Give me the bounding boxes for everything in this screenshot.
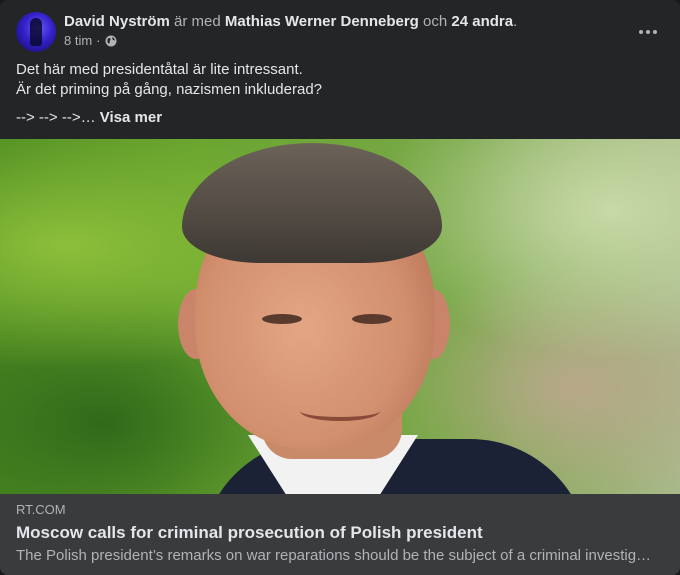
globe-icon[interactable]	[105, 35, 117, 47]
link-title[interactable]: Moscow calls for criminal prosecution of…	[16, 522, 483, 544]
link-preview[interactable]: RT.COM Moscow calls for criminal prosecu…	[0, 494, 680, 575]
arrows-text: --> --> -->…	[16, 109, 96, 126]
and-text: och	[423, 13, 448, 30]
link-description: The Polish president’s remarks on war re…	[16, 547, 652, 564]
more-options-button[interactable]	[632, 16, 664, 48]
post-text-line-1: Det här med presidentåtal är lite intres…	[16, 61, 303, 78]
post-meta: 8 tim ·	[64, 33, 117, 49]
more-icon	[639, 30, 657, 34]
period: .	[513, 13, 518, 30]
avatar-figure	[30, 18, 42, 46]
post-text: Det här med presidentåtal är lite intres…	[16, 60, 664, 128]
post-time[interactable]: 8 tim	[64, 33, 92, 49]
link-domain: RT.COM	[16, 502, 66, 517]
post-text-line-2: Är det priming på gång, nazismen inklude…	[16, 81, 323, 98]
author-name[interactable]: David Nyström	[64, 13, 170, 30]
post-card: David Nyström är med Mathias Werner Denn…	[0, 0, 680, 575]
author-line: David Nyström är med Mathias Werner Denn…	[64, 12, 517, 32]
post-header: David Nyström är med Mathias Werner Denn…	[16, 12, 664, 52]
post-text-line-3: --> --> -->… Visa mer	[16, 108, 664, 128]
see-more-link[interactable]: Visa mer	[100, 109, 162, 126]
with-text: är med	[174, 13, 221, 30]
meta-separator: ·	[96, 33, 101, 48]
avatar[interactable]	[16, 12, 56, 52]
tagged-name[interactable]: Mathias Werner Denneberg	[225, 13, 419, 30]
link-preview-image[interactable]	[0, 139, 680, 494]
tagged-others[interactable]: 24 andra	[451, 13, 513, 30]
